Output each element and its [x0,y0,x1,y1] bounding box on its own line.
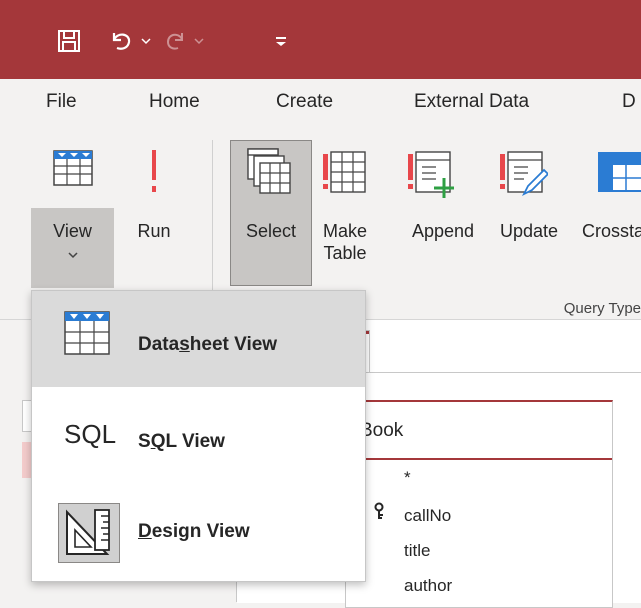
field-title[interactable]: title [404,541,430,561]
append-button-label: Append [411,221,475,241]
run-button[interactable]: Run [126,220,182,242]
tab-external-data[interactable]: External Data [414,91,529,113]
select-button[interactable]: Select [230,220,312,242]
crosstab-button-label: Crossta [582,221,641,241]
query-type-group-label: Query Type [563,300,641,317]
save-icon[interactable] [52,24,86,58]
datasheet-view-label: Datasheet View [138,334,277,356]
table-title: Book [360,420,404,441]
primary-key-icon [374,502,388,525]
undo-dropdown-icon[interactable] [138,24,154,58]
design-view-label: Design View [138,521,250,543]
redo-dropdown-icon[interactable] [192,24,206,58]
append-query-icon [406,150,456,205]
menu-item-design-view[interactable]: Design View [32,487,365,583]
customize-qat-icon[interactable] [266,24,296,58]
update-button-label: Update [499,221,559,241]
run-button-label: Run [137,221,171,241]
crosstab-query-icon [598,152,641,197]
label-part: L View [165,431,225,452]
append-button[interactable]: Append [398,220,488,242]
redo-icon[interactable] [162,24,190,58]
chevron-down-icon [67,252,78,259]
field-callno[interactable]: callNo [404,506,451,526]
label-part: S [138,431,151,452]
view-button-label: View [53,221,92,241]
label-part: heet View [189,334,278,355]
tab-create[interactable]: Create [276,91,333,113]
design-view-icon [58,503,120,563]
table-field-list[interactable]: Book * callNo title author [345,400,613,608]
crosstab-button[interactable]: Crossta [582,220,641,242]
label-part: esign View [151,521,250,542]
datasheet-view-icon [53,150,93,191]
label-accelerator: s [179,334,190,355]
tab-home[interactable]: Home [149,91,200,113]
menu-item-sql-view[interactable]: SQL SQL View [32,391,365,487]
menu-item-datasheet-view[interactable]: Datasheet View [32,291,365,387]
ribbon-separator [212,140,213,300]
table-title-divider [354,458,612,460]
label-accelerator: Q [150,431,166,452]
label-part: Data [138,334,180,355]
run-icon [149,148,159,203]
title-bar [0,0,641,79]
undo-icon[interactable] [106,24,136,58]
select-query-icon [247,148,291,201]
update-query-icon [498,150,550,205]
make-table-button[interactable]: Make Table [318,220,372,264]
field-author[interactable]: author [404,576,452,596]
ribbon-tabs: File Home Create External Data D [0,79,641,131]
update-button[interactable]: Update [490,220,568,242]
field-all[interactable]: * [404,468,411,488]
view-dropdown-menu: Datasheet View SQL SQL View Design View [31,290,366,582]
make-table-icon [321,150,367,201]
make-table-label: Make Table [322,221,367,263]
tab-file[interactable]: File [46,91,77,113]
select-button-label: Select [245,221,297,241]
datasheet-view-icon [64,311,110,360]
sql-icon: SQL [64,419,117,449]
sql-view-label: SQL View [138,431,225,453]
view-button[interactable]: View [31,220,114,264]
label-accelerator: D [138,521,152,542]
tab-database-tools[interactable]: D [622,91,636,113]
